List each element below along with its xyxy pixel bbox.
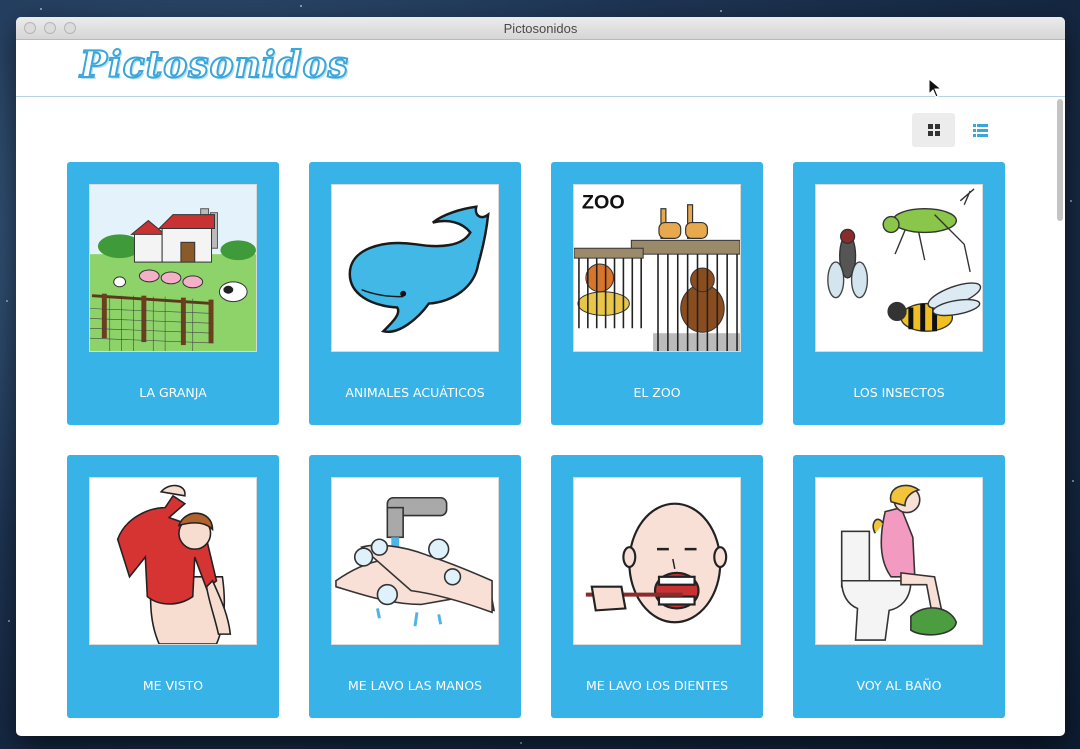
category-card-la-granja[interactable]: LA GRANJA: [67, 162, 279, 425]
washing-hands-picture: [331, 477, 499, 645]
category-card-animales-acuaticos[interactable]: ANIMALES ACUÁTICOS: [309, 162, 521, 425]
zoo-picture: ZOO: [573, 184, 741, 352]
card-label: ME LAVO LAS MANOS: [348, 678, 482, 693]
brushing-teeth-picture: [573, 477, 741, 645]
card-label: EL ZOO: [633, 385, 681, 400]
insects-picture: [815, 184, 983, 352]
whale-picture: [331, 184, 499, 352]
list-view-button[interactable]: [959, 113, 1002, 147]
getting-dressed-picture: [89, 477, 257, 645]
category-card-el-zoo[interactable]: ZOO EL ZOO: [551, 162, 763, 425]
scrollbar-thumb[interactable]: [1057, 99, 1063, 221]
app-header: Pictosonidos: [16, 40, 1065, 97]
title-bar[interactable]: Pictosonidos: [16, 17, 1065, 40]
card-label: LOS INSECTOS: [853, 385, 945, 400]
category-card-los-insectos[interactable]: LOS INSECTOS: [793, 162, 1005, 425]
toilet-picture: [815, 477, 983, 645]
card-label: VOY AL BAÑO: [856, 678, 942, 693]
card-label: ME VISTO: [142, 678, 204, 693]
card-label: ME LAVO LOS DIENTES: [585, 678, 729, 693]
window-title: Pictosonidos: [503, 21, 578, 36]
grid-view-icon: [927, 124, 940, 136]
category-card-voy-al-bano[interactable]: VOY AL BAÑO: [793, 455, 1005, 718]
category-card-me-lavo-los-dientes[interactable]: ME LAVO LOS DIENTES: [551, 455, 763, 718]
farm-picture: [89, 184, 257, 352]
app-logo: Pictosonidos: [79, 43, 349, 87]
card-label: LA GRANJA: [139, 385, 207, 400]
category-card-me-lavo-las-manos[interactable]: ME LAVO LAS MANOS: [309, 455, 521, 718]
card-label: ANIMALES ACUÁTICOS: [345, 385, 485, 400]
mouse-cursor-icon: [928, 78, 942, 98]
list-view-icon: [973, 123, 988, 137]
category-card-me-visto[interactable]: ME VISTO: [67, 455, 279, 718]
grid-view-button[interactable]: [912, 113, 955, 147]
app-window: Pictosonidos Pictosonidos LA GRANJA ANIM…: [16, 17, 1065, 736]
zoo-sign-text: ZOO: [582, 192, 625, 214]
